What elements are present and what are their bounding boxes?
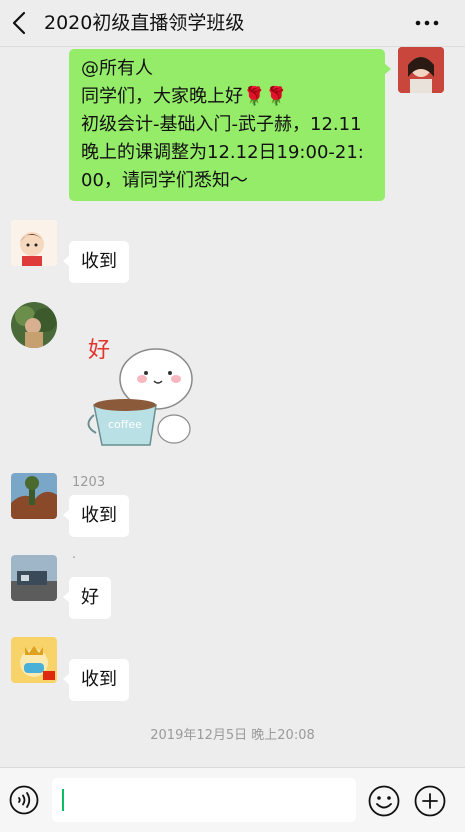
avatar-member[interactable]: [11, 637, 57, 683]
voice-icon[interactable]: [9, 785, 39, 815]
avatar-member[interactable]: [11, 302, 57, 348]
avatar-self[interactable]: [398, 47, 444, 93]
chat-header: 2020初级直播领学班级: [0, 0, 465, 47]
avatar-member[interactable]: [11, 220, 57, 266]
message-line: @所有人: [81, 58, 153, 79]
message-line: 00，请同学们悉知～: [81, 170, 248, 191]
plus-icon[interactable]: [414, 785, 446, 817]
sticker-image[interactable]: 好 coffee: [86, 333, 196, 451]
message-text: 好: [81, 587, 99, 608]
message-text: 收到: [81, 505, 117, 526]
input-bar: [0, 767, 465, 832]
chat-title: 2020初级直播领学班级: [44, 12, 245, 34]
message-list[interactable]: @所有人 同学们，大家晚上好🌹🌹 初级会计-基础入门-武子赫，12.11 晚上的…: [0, 47, 465, 767]
message-bubble[interactable]: 好: [63, 577, 111, 619]
cup-label: coffee: [108, 418, 142, 431]
message-text: 收到: [81, 251, 117, 272]
sender-name: ·: [72, 551, 77, 566]
sticker-text: 好: [88, 338, 110, 363]
message-input[interactable]: [52, 778, 356, 822]
message-line: 晚上的课调整为12.12日19:00-21:: [81, 142, 364, 163]
message-line: 同学们，大家晚上好🌹🌹: [81, 86, 288, 107]
message-line: 初级会计-基础入门-武子赫，12.11: [81, 114, 362, 135]
more-dots-icon[interactable]: [412, 10, 442, 36]
message-bubble[interactable]: 收到: [63, 659, 129, 701]
timestamp: 2019年12月5日 晚上20:08: [150, 728, 315, 743]
avatar-member[interactable]: [11, 555, 57, 601]
text-caret: [62, 789, 64, 811]
sender-name: 1203: [72, 475, 106, 490]
message-bubble[interactable]: 收到: [63, 241, 129, 283]
avatar-member[interactable]: [11, 473, 57, 519]
chevron-left-icon[interactable]: [10, 11, 30, 35]
emoji-icon[interactable]: [368, 785, 400, 817]
message-bubble-self[interactable]: @所有人 同学们，大家晚上好🌹🌹 初级会计-基础入门-武子赫，12.11 晚上的…: [69, 49, 391, 201]
message-text: 收到: [81, 669, 117, 690]
message-bubble[interactable]: 收到: [63, 495, 129, 537]
